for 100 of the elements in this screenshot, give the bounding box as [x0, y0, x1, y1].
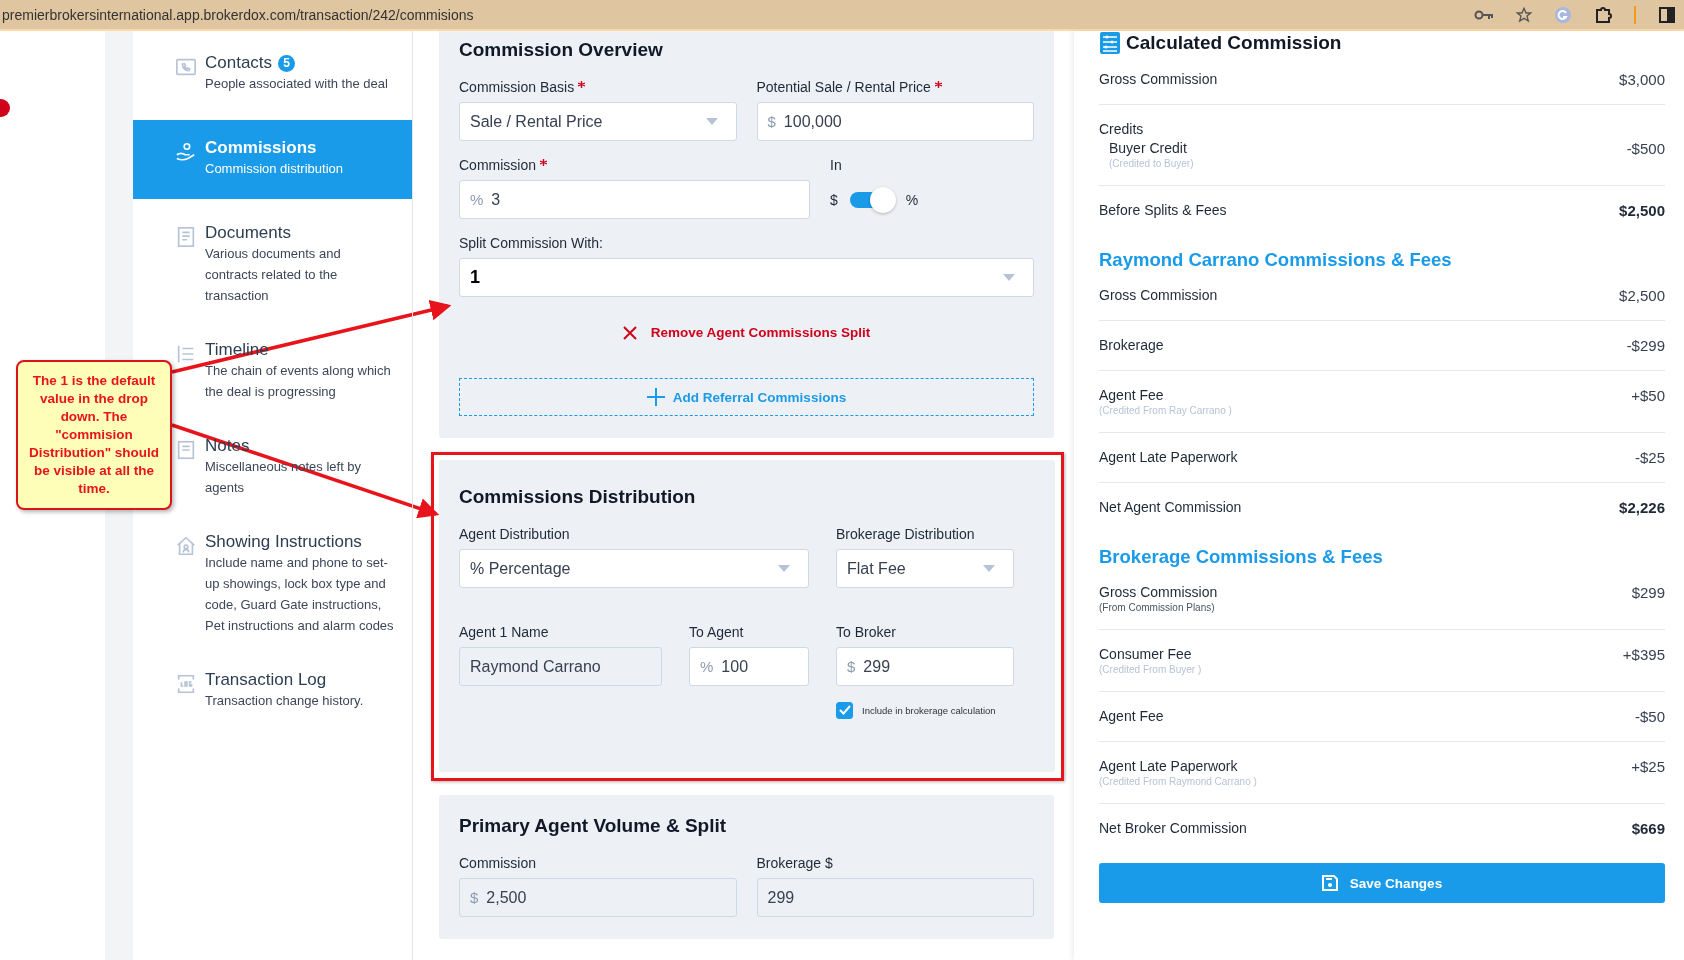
row-note: (Credited to Buyer) — [1109, 158, 1195, 169]
sidebar-item[interactable]: Transaction Log Transaction change history. — [175, 670, 412, 711]
count-badge: 5 — [278, 54, 296, 72]
sidebar-item[interactable]: Timeline The chain of events along which the deal is progressing — [175, 340, 412, 402]
select-field[interactable]: % Percentage — [459, 549, 809, 588]
input-field[interactable]: $ 2,500 — [459, 878, 737, 917]
row-note: (Credited From Ray Carrano ) — [1099, 405, 1233, 416]
row-value: +$25 — [1631, 758, 1665, 777]
field-label: Brokerage Distribution — [836, 526, 975, 542]
item-description: The chain of events along which the deal is progressing — [205, 362, 392, 401]
row-value: -$50 — [1634, 708, 1665, 725]
row-label: Before Splits & Fees — [1099, 202, 1228, 218]
remove-split-link[interactable]: Remove Agent Commissions Split — [622, 325, 871, 340]
unit-prefix: % — [700, 658, 714, 675]
input-field[interactable]: 299 — [756, 878, 1034, 917]
item-description: People associated with the deal — [205, 75, 388, 93]
sidebar-item[interactable]: Contacts 5 People associated with the deal — [175, 53, 412, 94]
unit-prefix: $ — [847, 658, 856, 675]
checkbox-label: Include in brokerage calculation — [862, 704, 996, 716]
sidebar-item[interactable]: Documents Various documents and contracts related to the transaction — [175, 223, 412, 306]
input-field[interactable]: Raymond Carrano — [459, 647, 662, 686]
required-icon — [578, 81, 586, 88]
row-value: +$50 — [1631, 387, 1665, 406]
item-description: Transaction change history. — [205, 692, 364, 710]
row-label: Gross Commission — [1099, 71, 1219, 87]
toggle-label: $ — [830, 191, 838, 208]
field-value: 100 — [721, 657, 749, 676]
section-title: Brokerage Commissions & Fees — [1099, 546, 1384, 568]
row-value: $2,500 — [1619, 287, 1665, 304]
row-label: Agent Fee — [1099, 708, 1165, 724]
item-title: Documents — [205, 223, 291, 243]
row-label: Agent Late Paperwork — [1099, 758, 1239, 774]
house-person-icon — [175, 534, 197, 558]
required-icon — [540, 159, 547, 166]
row-label: Buyer Credit — [1109, 140, 1188, 156]
section-title: Raymond Carrano Commissions & Fees — [1099, 249, 1453, 271]
field-value: 100,000 — [783, 112, 842, 131]
row-label: Net Broker Commission — [1099, 820, 1248, 836]
input-field[interactable]: % 100 — [689, 647, 809, 686]
row-note: (Credited From Raymond Carrano ) — [1099, 776, 1258, 787]
panel-title: Calculated Commission — [1126, 32, 1342, 54]
row-label: Gross Commission — [1099, 584, 1219, 600]
field-label: In — [830, 157, 842, 173]
row-value: +$395 — [1622, 646, 1665, 665]
abacus-icon — [1099, 31, 1121, 55]
field-value: 1 — [470, 267, 480, 288]
row-value: -$25 — [1634, 449, 1665, 466]
item-title: Timeline — [205, 340, 269, 360]
unit-prefix: $ — [470, 889, 479, 906]
field-label: Potential Sale / Rental Price — [756, 79, 931, 95]
note-icon — [175, 438, 197, 462]
row-label: Consumer Fee — [1099, 646, 1193, 662]
row-note: (Credited From Buyer ) — [1099, 664, 1203, 675]
sidebar-item[interactable]: Showing Instructions Include name and phone to set-up showings, lock box type and code, Guard Gate instructions, Pet instructions and alarm codes — [175, 532, 412, 636]
field-value: Flat Fee — [847, 559, 906, 578]
field-label: Agent 1 Name — [459, 624, 549, 640]
input-field[interactable]: $ 299 — [836, 647, 1014, 686]
row-value: -$500 — [1626, 140, 1665, 159]
item-title: Contacts — [205, 53, 273, 73]
input-field[interactable]: % 3 — [459, 180, 810, 219]
annotation-text: The 1 is the default value in the drop down. The "commision Distribution" should be visible at all the time. — [28, 373, 160, 496]
sidebar-icon[interactable] — [1658, 5, 1676, 24]
caret-icon — [1003, 274, 1015, 281]
field-label: Brokerage $ — [756, 855, 833, 871]
document-icon — [175, 225, 197, 249]
card-title: Commission Overview — [459, 39, 664, 61]
row-value: $669 — [1631, 820, 1665, 837]
item-description: Various documents and contracts related to the transaction — [205, 245, 342, 305]
row-value: $2,226 — [1619, 499, 1665, 516]
row-label: Agent Fee — [1099, 387, 1165, 403]
field-value: 299 — [767, 888, 795, 907]
address-bar[interactable]: premierbrokersinternational.app.brokerdox.com/transaction/242/commisions — [0, 6, 474, 23]
caret-icon — [778, 565, 790, 572]
row-note: (From Commission Plans) — [1099, 602, 1216, 613]
field-value: 2,500 — [486, 888, 527, 907]
key-icon[interactable] — [1474, 8, 1494, 21]
puzzle-icon[interactable] — [1594, 5, 1612, 24]
toggle-label: % — [905, 191, 919, 208]
item-description: Commission distribution — [205, 160, 343, 178]
field-label: To Broker — [836, 624, 896, 640]
select-field[interactable]: Flat Fee — [836, 549, 1014, 588]
select-field[interactable]: Sale / Rental Price — [459, 102, 737, 141]
plus-icon — [646, 388, 665, 406]
checkbox[interactable] — [836, 701, 853, 719]
hand-coin-icon — [175, 140, 197, 164]
item-description: Include name and phone to set-up showings, lock box type and code, Guard Gate instructions, Pet instructions and alarm codes — [205, 554, 395, 635]
card-title: Primary Agent Volume & Split — [459, 815, 728, 837]
row-label: Net Agent Commission — [1099, 499, 1243, 515]
item-title: Commissions — [205, 138, 317, 158]
input-field[interactable]: $ 100,000 — [756, 102, 1034, 141]
field-value: Raymond Carrano — [470, 657, 601, 676]
row-label: Brokerage — [1099, 337, 1165, 353]
unit-prefix: $ — [767, 113, 776, 130]
card-title: Commissions Distribution — [459, 486, 697, 508]
field-value: 3 — [491, 190, 501, 209]
row-value: $299 — [1631, 584, 1665, 603]
row-value: $2,500 — [1619, 202, 1665, 219]
star-icon[interactable] — [1516, 6, 1532, 23]
select-field[interactable]: 1 — [459, 258, 1034, 297]
item-title: Transaction Log — [205, 670, 327, 690]
